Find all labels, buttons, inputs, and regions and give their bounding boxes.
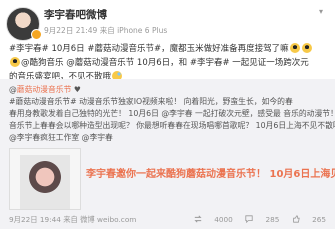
weibo-post: 李宇春吧微博 9月22日 21:49 来自 iPhone 6 Plus ▾ #李… xyxy=(0,0,335,240)
cool-face-icon xyxy=(289,43,300,53)
action-counts: 4000 285 265 xyxy=(184,215,326,224)
repost-text-line: 音乐节上春春会以哪种造型出现呢？ 你最想听春春在现场唱哪首歌呢？ 10月6日上海… xyxy=(9,121,335,130)
comment-icon xyxy=(245,215,253,223)
cool-face-icon xyxy=(301,43,312,53)
repost-text-line: @李宇春疯狂工作室 @李宇春 xyxy=(9,133,113,142)
like-action[interactable]: 265 xyxy=(292,215,326,224)
comment-action[interactable]: 285 xyxy=(245,215,282,224)
post-meta: 9月22日 21:49 来自 iPhone 6 Plus xyxy=(44,25,167,36)
repost-count: 4000 xyxy=(214,215,233,224)
post-source[interactable]: 来自 iPhone 6 Plus xyxy=(100,26,168,35)
username[interactable]: 李宇春吧微博 xyxy=(44,7,107,22)
repost-image[interactable] xyxy=(9,148,81,210)
repost-author[interactable]: 蘑菇动漫音乐节 xyxy=(17,85,72,94)
like-icon xyxy=(292,215,300,223)
post-text-line-1: #李宇春# 10月6日 #蘑菇动漫音乐节#，魔都玉米做好准备再度接驾了嘛 xyxy=(9,43,326,55)
post-timestamp[interactable]: 9月22日 21:49 xyxy=(44,26,97,35)
repost-stats: 9月22日 19:44 来自 微博 weibo.com 4000 285 265 xyxy=(9,215,326,225)
repost-action[interactable]: 4000 xyxy=(194,215,235,224)
reposted-content[interactable]: @蘑菇动漫音乐节 ♥ #蘑菇动漫音乐节# 动漫音乐节独家IO视频来啦！ 向着阳光… xyxy=(0,79,335,229)
repost-headline: 李宇春邀你一起来酷狗蘑菇动漫音乐节！ 10月6日上海见！ xyxy=(86,169,335,180)
repost-text-line: #蘑菇动漫音乐节# 动漫音乐节独家IO视频来啦！ 向着阳光，野蛮生长，如今的春 xyxy=(9,97,293,106)
post-text-line-2: @酷狗音乐 @蘑菇动漫音乐节 10月6日，和 #李宇春# 一起见证一场跨次元 xyxy=(9,57,326,69)
repost-author-line: @蘑菇动漫音乐节 ♥ xyxy=(9,85,81,94)
verified-badge-icon xyxy=(31,29,42,40)
repost-icon xyxy=(194,215,202,223)
more-options-icon[interactable]: ▾ xyxy=(319,8,327,16)
like-count: 265 xyxy=(312,215,326,224)
comment-count: 285 xyxy=(265,215,280,224)
repost-timestamp[interactable]: 9月22日 19:44 xyxy=(9,215,61,224)
cool-face-icon xyxy=(10,57,20,67)
repost-text-line: 春用身教歌发着自己独特的光芒！ 10月6日 @李宇春 一起打破次元壁，感受最 音… xyxy=(9,109,335,118)
repost-source[interactable]: 来自 微博 weibo.com xyxy=(63,215,136,224)
